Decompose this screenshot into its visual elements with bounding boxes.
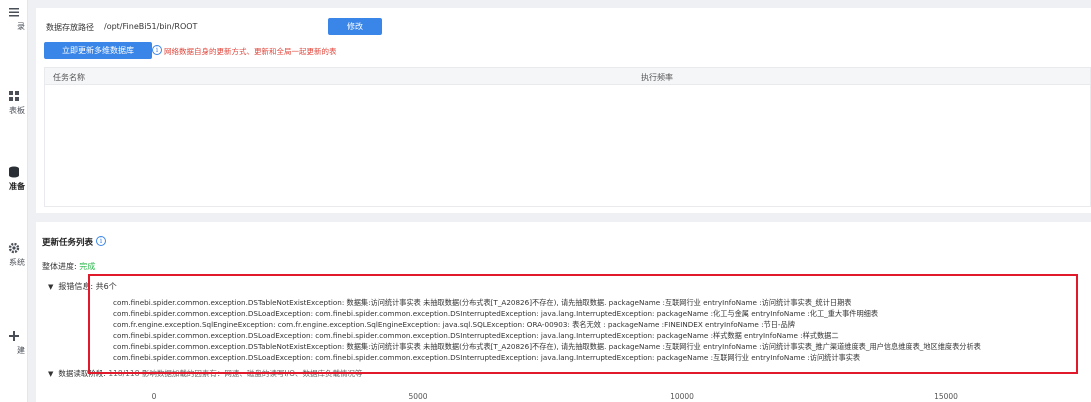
sidebar-item-label: 录	[17, 22, 25, 31]
sidebar-item-system[interactable]: 系统	[0, 242, 28, 268]
overall-progress: 整体进度: 完成	[42, 261, 95, 272]
update-hint: 网络数据自身的更新方式、更新和全局一起更新的表	[164, 47, 337, 56]
progress-label: 整体进度:	[42, 262, 77, 271]
update-cube-button[interactable]: 立即更新多维数据库	[44, 42, 152, 59]
sidebar-item-label: 系统	[9, 258, 25, 267]
task-table-header: 任务名称 执行频率	[45, 68, 1090, 85]
column-header-task-name: 任务名称	[53, 73, 85, 82]
plus-icon	[9, 331, 19, 341]
sidebar-item-data-prep[interactable]: 准备	[0, 166, 28, 192]
caret-down-icon: ▼	[48, 370, 54, 378]
task-table: 任务名称 执行频率	[44, 67, 1091, 207]
storage-path-value: /opt/FineBi51/bin/ROOT	[104, 22, 198, 31]
storage-path-label: 数据存放路径	[46, 23, 94, 32]
column-header-frequency: 执行频率	[641, 73, 673, 82]
info-icon[interactable]: i	[96, 236, 106, 246]
left-sidebar: 录 表板 准备 系统 建	[0, 0, 28, 402]
axis-tick: 0	[151, 392, 157, 401]
gear-icon	[8, 242, 20, 254]
sidebar-item-label: 建	[17, 346, 25, 355]
progress-status: 完成	[79, 262, 96, 271]
modify-button[interactable]: 修改	[328, 18, 382, 35]
sidebar-item-directory[interactable]: 录	[0, 6, 28, 32]
caret-down-icon: ▼	[48, 283, 54, 291]
axis-tick: 15000	[934, 392, 958, 401]
sidebar-item-label: 准备	[9, 182, 25, 191]
sidebar-item-label: 表板	[9, 106, 25, 115]
database-icon	[9, 166, 19, 178]
section-title: 更新任务列表	[42, 238, 94, 248]
sidebar-item-dashboard[interactable]: 表板	[0, 90, 28, 116]
info-icon: i	[152, 45, 162, 55]
menu-icon	[9, 8, 19, 17]
storage-panel: 数据存放路径 /opt/FineBi51/bin/ROOT 修改 立即更新多维数…	[36, 8, 1091, 213]
progress-axis: 0 5000 10000 15000	[36, 390, 1091, 402]
axis-tick: 10000	[670, 392, 694, 401]
sidebar-item-create[interactable]: 建	[0, 330, 28, 356]
axis-tick: 5000	[408, 392, 428, 401]
dashboard-icon	[9, 91, 19, 101]
highlight-annotation	[88, 274, 1078, 374]
